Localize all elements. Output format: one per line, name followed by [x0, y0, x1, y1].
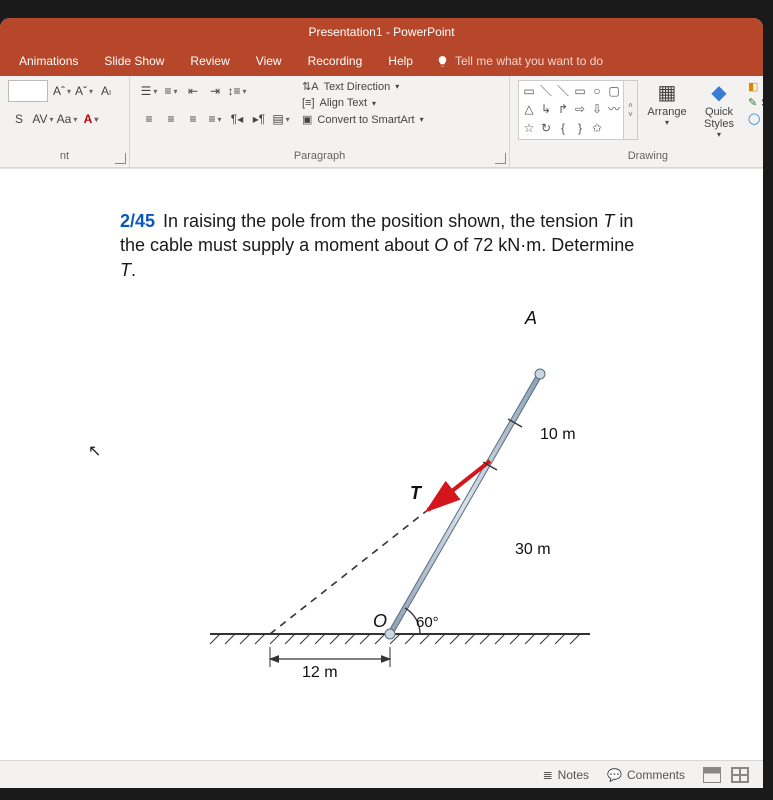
group-drawing-label: Drawing [518, 147, 763, 165]
problem-body: In raising the pole from the position sh… [120, 211, 634, 280]
group-drawing: ▭ ＼ ＼ ▭ ○ ▢ △ ↳ ↱ ⇨ ⇩ 〰 ☆ ↻ { } ✩ [510, 76, 763, 167]
effects-icon: ◯ [748, 112, 760, 125]
shape-effects-button[interactable]: ◯ Sh [748, 112, 763, 125]
group-paragraph: ☰ ≡ ⇤ ⇥ ↕≡ ≡ ≡ ≡ ≡ ¶◂ ▸¶ ▤ [130, 76, 510, 167]
comments-icon: 💬 [607, 768, 622, 782]
align-text-icon: [≡] [302, 97, 315, 109]
shape-lconn-icon: ↳ [539, 102, 553, 116]
increase-font-button[interactable]: Aˆ [51, 80, 73, 102]
tab-review[interactable]: Review [177, 54, 242, 68]
label-10m: 10 m [540, 426, 576, 443]
tab-animations[interactable]: Animations [6, 54, 91, 68]
label-T: T [410, 483, 423, 503]
clear-formatting-button[interactable]: Aₗ [95, 80, 117, 102]
comments-button[interactable]: 💬 Comments [607, 768, 685, 782]
shape-line2-icon: ＼ [556, 84, 570, 98]
arrange-button[interactable]: ▦ Arrange ▾ [644, 80, 690, 127]
quick-styles-icon: ◆ [711, 80, 726, 106]
text-direction-button[interactable]: ⇅A Text Direction ▾ [302, 80, 424, 93]
tell-me-search[interactable]: Tell me what you want to do [436, 54, 603, 68]
shape-triangle-icon: △ [522, 102, 536, 116]
change-case-button[interactable]: Aa [56, 108, 78, 130]
fill-icon: ◧ [748, 80, 758, 93]
group-font: Aˆ Aˇ Aₗ S AV Aa A nt [0, 76, 130, 167]
shapes-gallery[interactable]: ▭ ＼ ＼ ▭ ○ ▢ △ ↳ ↱ ⇨ ⇩ 〰 ☆ ↻ { } ✩ [518, 80, 638, 140]
app-title: Presentation1 - PowerPoint [308, 25, 454, 39]
tab-recording[interactable]: Recording [295, 54, 376, 68]
shape-brace-icon: { [556, 121, 570, 135]
increase-indent-button[interactable]: ⇥ [204, 80, 226, 102]
decrease-indent-button[interactable]: ⇤ [182, 80, 204, 102]
shape-rrect-icon: ▢ [607, 84, 621, 98]
status-bar: ≣ Notes 💬 Comments [0, 760, 763, 788]
label-30m: 30 m [515, 541, 551, 558]
tell-me-text: Tell me what you want to do [455, 54, 603, 68]
shape-darrow-icon: ⇩ [590, 102, 604, 116]
notes-icon: ≣ [543, 768, 553, 782]
shape-rect-icon: ▭ [573, 84, 587, 98]
label-angle: 60° [416, 614, 439, 631]
label-12m: 12 m [302, 664, 338, 681]
align-center-button[interactable]: ≡ [160, 108, 182, 130]
numbering-button[interactable]: ≡ [160, 80, 182, 102]
convert-smartart-button[interactable]: ▣ Convert to SmartArt ▾ [302, 113, 424, 126]
notes-button[interactable]: ≣ Notes [543, 768, 589, 782]
text-direction-icon: ⇅A [302, 80, 319, 93]
lightbulb-icon [436, 55, 449, 68]
paragraph-group-expander[interactable] [495, 153, 506, 164]
font-group-expander[interactable] [115, 153, 126, 164]
tab-view[interactable]: View [243, 54, 295, 68]
problem-number: 2/45 [120, 211, 155, 231]
shape-fill-button[interactable]: ◧ Sh [748, 80, 763, 93]
shape-textbox-icon: ▭ [522, 84, 536, 98]
outline-icon: ✎ [748, 96, 757, 109]
problem-text: 2/45In raising the pole from the positio… [120, 209, 650, 282]
slide-content: 2/45In raising the pole from the positio… [0, 169, 763, 760]
normal-view-button[interactable] [703, 767, 721, 783]
shape-elbow-icon: ↱ [556, 102, 570, 116]
char-spacing-button[interactable]: AV [32, 108, 54, 130]
shape-oval-icon: ○ [590, 84, 604, 98]
slide-area[interactable]: 2/45In raising the pole from the positio… [0, 168, 763, 760]
justify-button[interactable]: ≡ [204, 108, 226, 130]
align-text-button[interactable]: [≡] Align Text ▾ [302, 97, 424, 109]
cursor-icon: ↖ [88, 441, 101, 461]
shape-callout-icon: ↻ [539, 121, 553, 135]
font-color-button[interactable]: A [80, 108, 102, 130]
strikethrough-button[interactable]: S [8, 108, 30, 130]
ribbon-toolbar: Aˆ Aˇ Aₗ S AV Aa A nt [0, 76, 763, 168]
problem-figure: A 10 m 30 m T O 60° 12 m [170, 299, 630, 689]
rtl-button[interactable]: ▸¶ [248, 108, 270, 130]
shape-line-icon: ＼ [539, 84, 553, 98]
shape-arrow-icon: ⇨ [573, 102, 587, 116]
align-left-button[interactable]: ≡ [138, 108, 160, 130]
sorter-view-button[interactable] [731, 767, 749, 783]
shape-star-icon: ☆ [522, 121, 536, 135]
arrange-icon: ▦ [658, 80, 677, 106]
group-paragraph-label: Paragraph [138, 147, 501, 165]
decrease-font-button[interactable]: Aˇ [73, 80, 95, 102]
title-bar: Presentation1 - PowerPoint [0, 18, 763, 46]
ltr-button[interactable]: ¶◂ [226, 108, 248, 130]
tab-slideshow[interactable]: Slide Show [91, 54, 177, 68]
label-A: A [524, 308, 537, 328]
label-O: O [373, 611, 387, 631]
ribbon-tabs: Animations Slide Show Review View Record… [0, 46, 763, 76]
line-spacing-button[interactable]: ↕≡ [226, 80, 248, 102]
bullets-button[interactable]: ☰ [138, 80, 160, 102]
shapes-expand-button[interactable]: ˄˅ [623, 81, 637, 139]
smartart-icon: ▣ [302, 113, 312, 126]
font-picker[interactable] [8, 80, 48, 102]
tab-help[interactable]: Help [375, 54, 426, 68]
quick-styles-button[interactable]: ◆ Quick Styles ▾ [696, 80, 742, 139]
shape-outline-button[interactable]: ✎ Sh [748, 96, 763, 109]
shape-staricon: ✩ [590, 121, 604, 135]
columns-button[interactable]: ▤ [270, 108, 292, 130]
align-right-button[interactable]: ≡ [182, 108, 204, 130]
shape-brace2-icon: } [573, 121, 587, 135]
shape-curve-icon: 〰 [607, 102, 621, 116]
group-font-label: nt [8, 147, 121, 165]
